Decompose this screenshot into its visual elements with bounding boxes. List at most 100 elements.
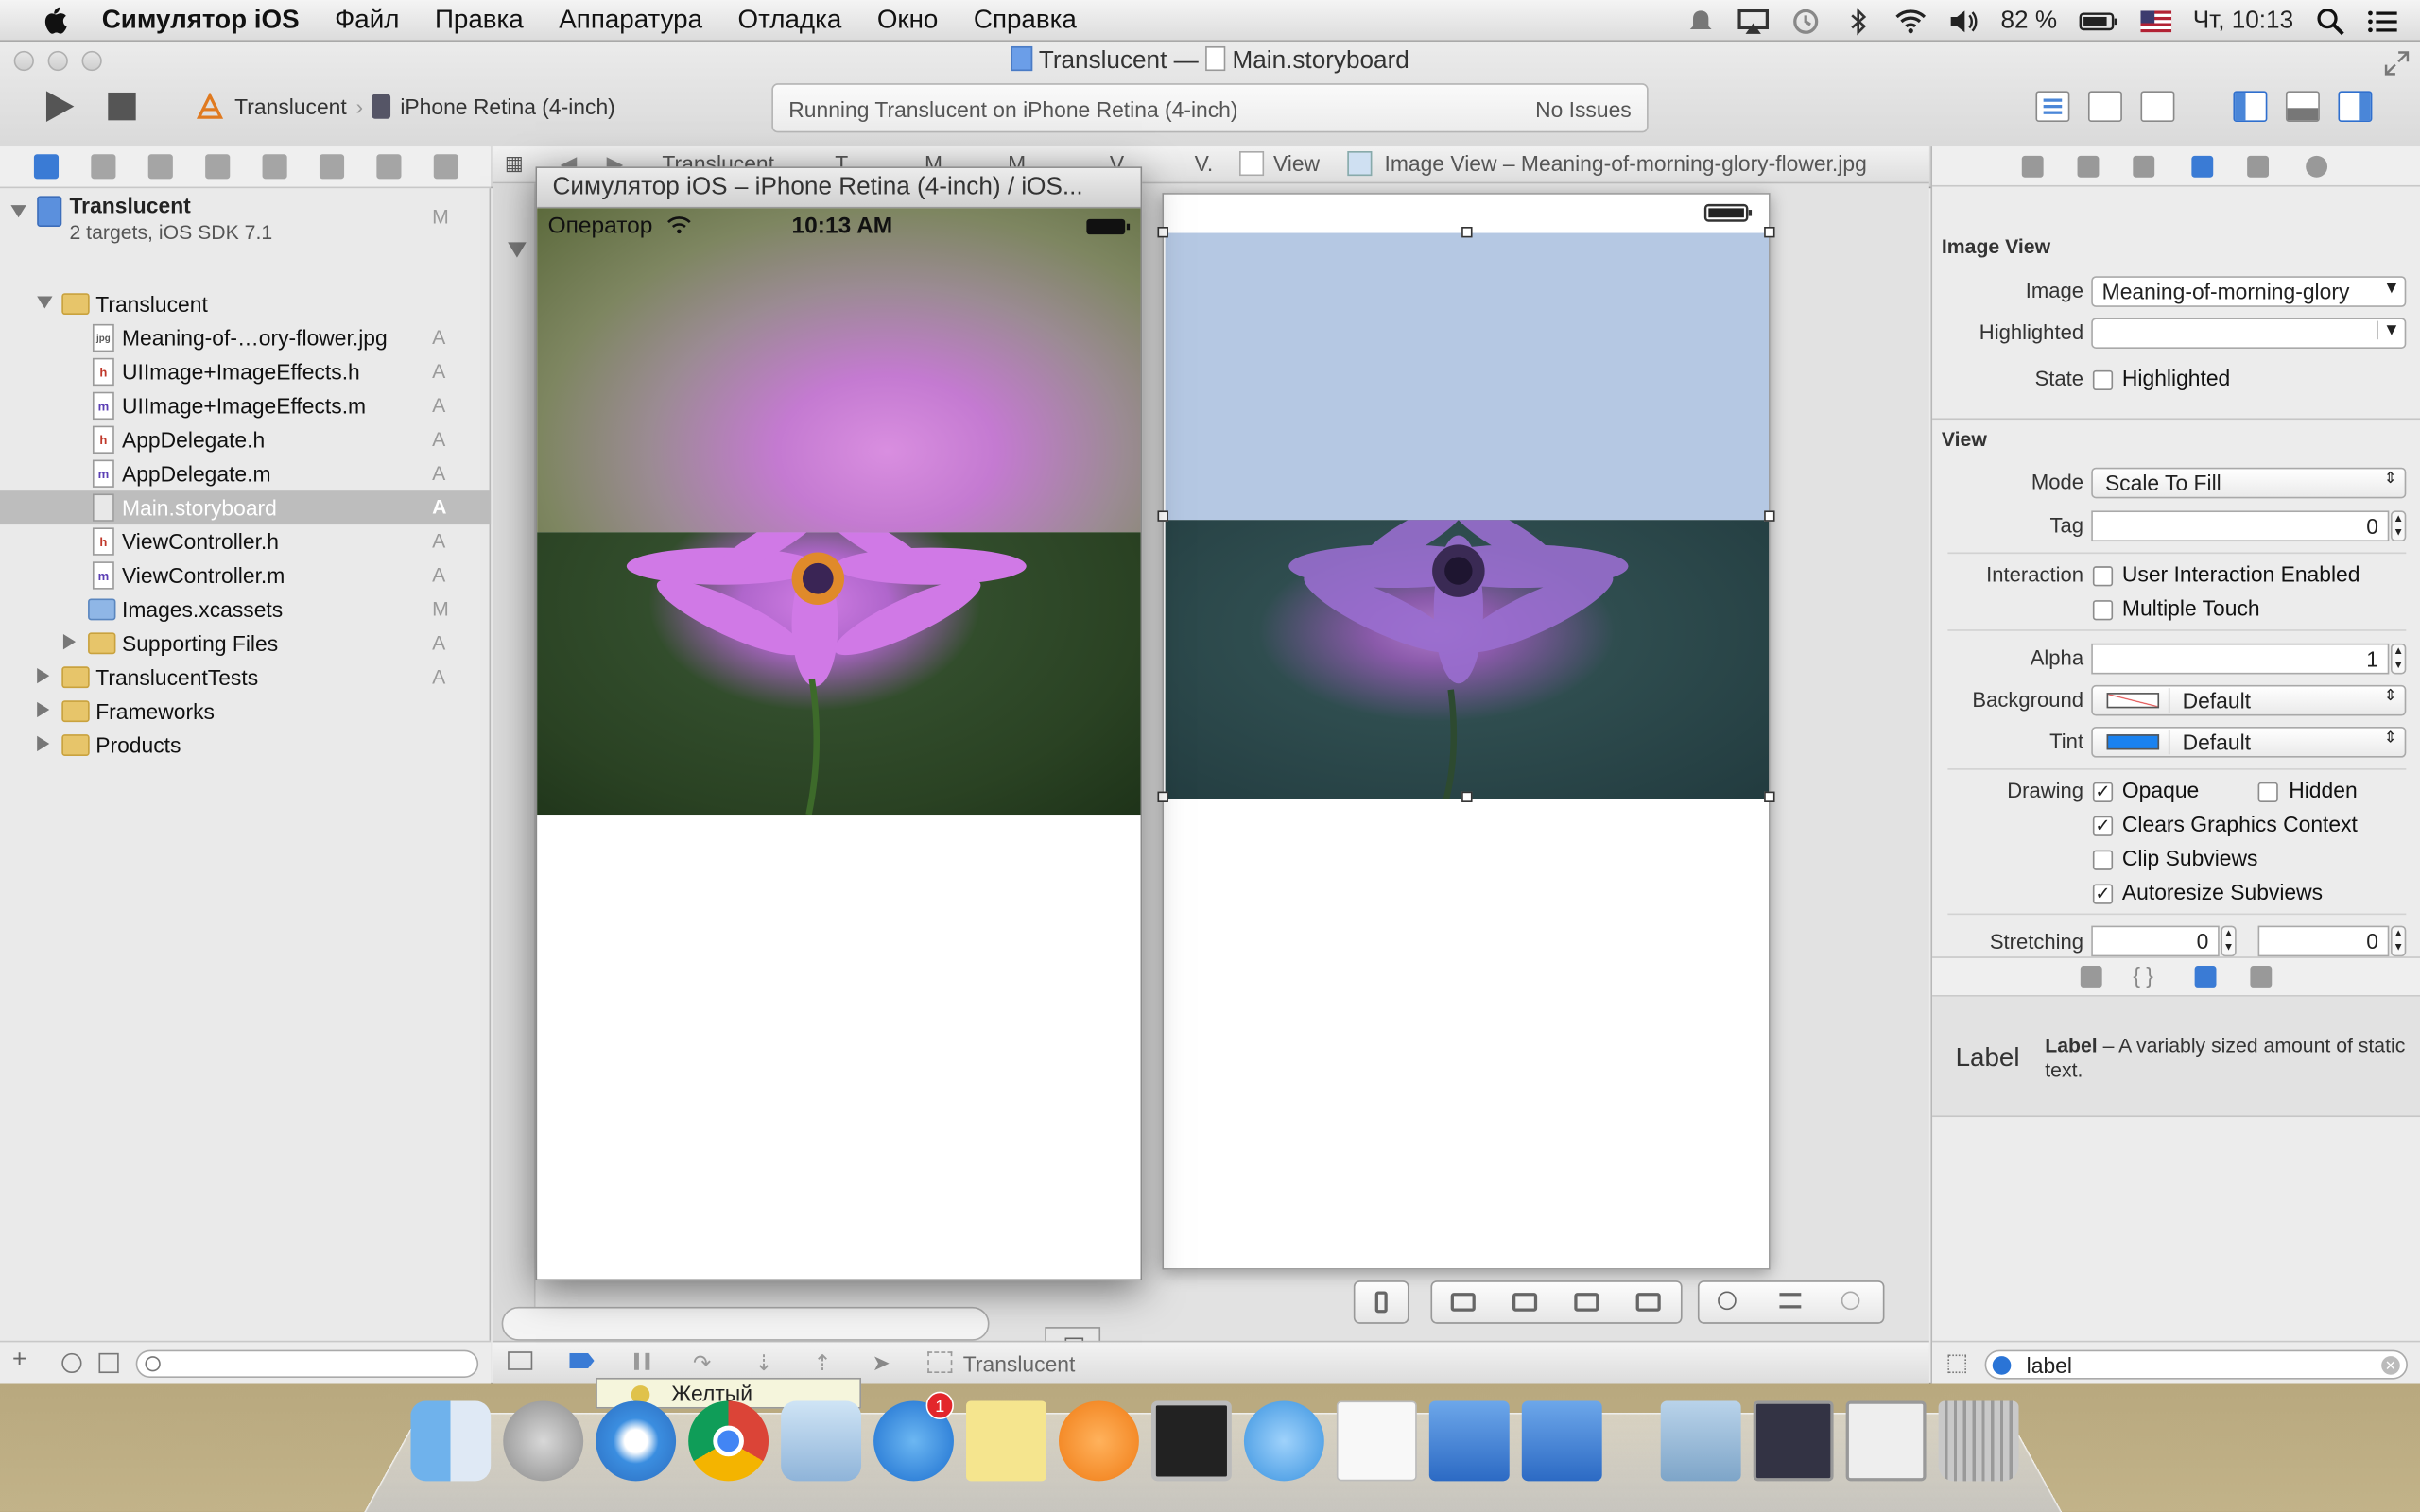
notification-center-icon[interactable] [2367,7,2398,34]
hidden-checkbox[interactable] [2257,782,2278,802]
menubar-clock[interactable]: Чт, 10:13 [2193,7,2293,34]
library-search-field[interactable]: label ✕ [1984,1349,2408,1380]
menu-edit[interactable]: Правка [435,5,524,36]
stretch-y-stepper[interactable]: ▲ ▼ [2390,925,2407,957]
recent-files-icon[interactable] [61,1352,82,1374]
apple-menu-icon[interactable] [37,3,71,37]
time-machine-icon[interactable] [1790,7,1822,34]
pin-icon[interactable] [1512,1293,1538,1312]
log-navigator-tab-icon[interactable] [433,154,458,180]
attributes-inspector-tab-icon[interactable] [2191,155,2214,178]
project-root-row[interactable]: Translucent 2 targets, iOS SDK 7.1 M [0,190,491,251]
toggle-navigator-button[interactable] [2233,91,2268,122]
finder-icon[interactable] [410,1400,492,1482]
align-icon[interactable] [1450,1293,1476,1312]
disclosure-closed-icon[interactable] [37,735,50,752]
disclosure-closed-icon[interactable] [37,701,50,718]
stretch-x-stepper[interactable]: ▲ ▼ [2221,925,2237,957]
tree-row-asset-catalog[interactable]: Images.xcassets M [0,593,491,627]
spotlight-search-icon[interactable] [2315,7,2346,35]
resize-handle[interactable] [1461,791,1473,802]
simulator-scroll-track[interactable] [501,1306,990,1341]
image-combo[interactable]: Meaning-of-morning-glory ▼ [2091,276,2407,307]
search-scope-icon[interactable] [1992,1356,2012,1375]
app-store-icon[interactable]: 1 [873,1391,954,1482]
highlighted-checkbox[interactable] [2092,369,2114,391]
multiple-touch-checkbox[interactable] [2092,600,2114,621]
tint-popup[interactable]: Default ⇕ [2091,726,2407,758]
quick-help-tab-icon[interactable] [2077,155,2100,178]
tree-row-group-translucent[interactable]: Translucent [0,287,491,321]
project-navigator-tab-icon[interactable] [33,154,60,180]
tree-row-group-tests[interactable]: TranslucentTests A [0,661,491,695]
related-items-icon[interactable]: ▦ [505,151,524,176]
tree-row-source-file[interactable]: m AppDelegate.m A [0,456,491,490]
clear-search-icon[interactable]: ✕ [2381,1356,2400,1375]
tree-row-group-supporting-files[interactable]: Supporting Files A [0,627,491,661]
combo-arrow-icon[interactable]: ▼ [2383,280,2400,299]
fullscreen-icon[interactable] [2383,49,2411,77]
simulator-icon[interactable] [1521,1400,1602,1482]
clip-subviews-checkbox[interactable] [2092,850,2114,870]
add-icon[interactable]: + [12,1347,26,1374]
test-navigator-tab-icon[interactable] [262,154,287,180]
ibooks-icon[interactable] [1059,1400,1139,1482]
opaque-checkbox[interactable]: ✓ [2092,782,2114,802]
zoom-actual-size-icon[interactable] [1779,1293,1802,1309]
standard-editor-button[interactable] [2035,91,2070,122]
resize-handle[interactable] [1157,791,1168,802]
alpha-field[interactable]: 1 [2091,643,2390,675]
scheme-name[interactable]: Translucent [234,94,347,119]
jump-item-current[interactable]: Image View – Meaning-of-morning-glory-fl… [1384,151,1866,176]
combo-arrow-icon[interactable]: ▼ [2377,320,2400,340]
resize-handle[interactable] [1764,510,1775,522]
stop-button[interactable] [103,88,140,125]
mail-icon[interactable] [781,1400,862,1482]
volume-icon[interactable] [1948,7,1979,34]
menu-file[interactable]: Файл [335,5,399,36]
step-into-icon[interactable]: ⇣ [754,1350,772,1377]
downloads-icon[interactable] [1660,1400,1741,1482]
disclosure-open-icon[interactable] [10,205,26,218]
notes-icon[interactable] [966,1400,1046,1482]
clears-graphics-checkbox[interactable]: ✓ [2092,816,2114,836]
embed-in-button[interactable] [1353,1280,1409,1324]
toggle-utilities-button[interactable] [2338,91,2373,122]
size-inspector-tab-icon[interactable] [2247,155,2269,178]
resize-handle[interactable] [1764,227,1775,238]
menu-debug[interactable]: Отладка [738,5,842,36]
screens-icon[interactable] [1753,1400,1834,1482]
issues-status[interactable]: No Issues [1535,97,1632,122]
disclosure-closed-icon[interactable] [62,634,76,650]
screens-icon[interactable] [1845,1400,1927,1482]
messages-icon[interactable] [1243,1400,1324,1482]
storyboard-scene[interactable] [1157,193,1775,1270]
version-editor-button[interactable] [2140,91,2175,122]
pause-icon[interactable] [634,1352,650,1370]
highlighted-combo[interactable]: ▼ [2091,318,2407,349]
menu-hardware[interactable]: Аппаратура [559,5,702,36]
us-flag-icon[interactable] [2140,9,2171,32]
connections-inspector-tab-icon[interactable] [2306,155,2328,178]
bluetooth-icon[interactable] [1843,7,1875,35]
disclosure-open-icon[interactable] [37,296,53,309]
code-snippet-library-tab-icon[interactable]: { } [2133,963,2153,988]
tree-row-header-file[interactable]: h UIImage+ImageEffects.h A [0,355,491,389]
terminal-icon[interactable] [1150,1400,1232,1482]
debug-area-toggle-icon[interactable] [508,1351,533,1370]
simulate-location-icon[interactable]: ➤ [872,1350,890,1377]
battery-icon[interactable] [2079,7,2118,34]
background-popup[interactable]: Default ⇕ [2091,684,2407,716]
alpha-stepper[interactable]: ▲ ▼ [2390,643,2407,675]
resizing-behavior-icon[interactable] [1635,1293,1661,1312]
tree-row-storyboard-selected[interactable]: Main.storyboard A [0,490,492,525]
zoom-out-icon[interactable] [1718,1291,1737,1311]
tree-row-source-file[interactable]: m UIImage+ImageEffects.m A [0,388,491,422]
xcode-icon[interactable] [1428,1400,1510,1482]
jump-item[interactable]: V. [1195,151,1214,176]
tree-row-source-file[interactable]: m ViewController.m A [0,558,491,593]
safari-icon[interactable] [596,1400,677,1482]
scm-filter-icon[interactable] [98,1352,119,1374]
chrome-icon[interactable] [688,1400,769,1482]
airplay-icon[interactable] [1737,7,1770,34]
